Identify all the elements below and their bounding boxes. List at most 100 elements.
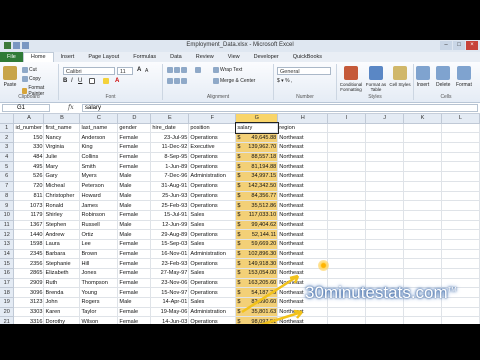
cell[interactable]: 811	[13, 191, 45, 202]
cell[interactable]	[403, 268, 442, 279]
cell[interactable]: Executive	[188, 142, 237, 153]
cell[interactable]: $102,896.30	[235, 249, 279, 260]
cell[interactable]: James	[79, 200, 119, 211]
cell[interactable]: Jones	[79, 268, 119, 279]
maximize-icon[interactable]: □	[453, 41, 465, 50]
cell[interactable]: Andrew	[43, 229, 81, 240]
underline-button[interactable]: U	[78, 78, 82, 84]
cell[interactable]	[403, 316, 442, 324]
cell[interactable]: $117,033.10	[235, 210, 279, 221]
row-header[interactable]: 16	[0, 268, 15, 279]
cell[interactable]	[327, 181, 367, 192]
tab-quickbooks[interactable]: QuickBooks	[286, 52, 329, 62]
cell[interactable]: Christopher	[43, 191, 81, 202]
tab-developer[interactable]: Developer	[247, 52, 286, 62]
cell[interactable]: Male	[117, 229, 152, 240]
cell[interactable]	[327, 123, 367, 134]
row-header[interactable]: 19	[0, 297, 15, 308]
bold-button[interactable]: B	[63, 78, 67, 84]
cell[interactable]: Gary	[43, 171, 81, 182]
cell[interactable]	[403, 307, 442, 318]
cell[interactable]: Male	[117, 200, 152, 211]
cell[interactable]	[365, 210, 405, 221]
cell[interactable]: Administration	[188, 249, 237, 260]
cell[interactable]: Thompson	[79, 278, 119, 289]
insert-function-icon[interactable]: fx	[68, 104, 74, 111]
cell[interactable]	[441, 239, 480, 250]
cell[interactable]	[403, 229, 442, 240]
cell[interactable]	[327, 249, 367, 260]
cell[interactable]: 1440	[13, 229, 45, 240]
align-left-icon[interactable]	[167, 78, 187, 84]
cell[interactable]: 23-Nov-06	[150, 278, 190, 289]
cell[interactable]	[327, 229, 367, 240]
cell[interactable]: Female	[117, 132, 152, 144]
cell[interactable]: Operations	[188, 152, 237, 163]
cell[interactable]: Operations	[188, 278, 237, 289]
conditional-formatting-button[interactable]: Conditional Formatting	[339, 66, 363, 92]
cell[interactable]: 3123	[13, 297, 45, 308]
cell[interactable]	[403, 123, 442, 134]
cell[interactable]: Operations	[188, 191, 237, 202]
fill-color-button[interactable]	[103, 78, 109, 84]
cell[interactable]: Female	[117, 142, 152, 153]
cell[interactable]	[403, 132, 442, 144]
cell[interactable]: Operations	[188, 316, 237, 324]
minimize-icon[interactable]: –	[440, 41, 452, 50]
cell[interactable]: Northeast	[277, 210, 329, 221]
cell[interactable]	[327, 258, 367, 269]
cell[interactable]: hire_date	[150, 123, 190, 134]
cell[interactable]: Female	[117, 210, 152, 221]
cell[interactable]: 526	[13, 171, 45, 182]
row-header[interactable]: 18	[0, 287, 15, 299]
cell[interactable]: Dorothy	[43, 316, 81, 324]
cell[interactable]	[441, 152, 480, 163]
cell[interactable]: Laura	[43, 239, 81, 250]
name-box[interactable]: G1	[2, 104, 50, 112]
row-header[interactable]: 17	[0, 278, 15, 289]
cell[interactable]: Julie	[43, 152, 81, 163]
cell[interactable]	[441, 249, 480, 260]
cell[interactable]: Ortiz	[79, 229, 119, 240]
cell[interactable]: Northeast	[277, 161, 329, 173]
cell[interactable]: 1179	[13, 210, 45, 221]
cell[interactable]: $52,144.11	[235, 229, 279, 240]
cell[interactable]	[403, 142, 442, 153]
cell[interactable]	[365, 220, 405, 231]
cell[interactable]: 3316	[13, 316, 45, 324]
column-header-c[interactable]: C	[79, 114, 119, 124]
cell[interactable]: Sales	[188, 220, 237, 231]
cell[interactable]: Hill	[79, 258, 119, 269]
cell[interactable]: Young	[79, 287, 119, 299]
cell[interactable]: Female	[117, 287, 152, 299]
cell[interactable]	[441, 142, 480, 153]
cell[interactable]: 19-May-06	[150, 307, 190, 318]
italic-button[interactable]: I	[71, 78, 73, 84]
row-header[interactable]: 7	[0, 181, 15, 192]
cell[interactable]: Collins	[79, 152, 119, 163]
cell[interactable]: Operations	[188, 200, 237, 211]
tab-view[interactable]: View	[221, 52, 247, 62]
insert-cells-button[interactable]: Insert	[416, 66, 430, 88]
select-all-corner[interactable]	[0, 114, 15, 124]
column-header-a[interactable]: A	[13, 114, 45, 124]
cell[interactable]: Northeast	[277, 152, 329, 163]
paste-button[interactable]: Paste	[3, 66, 17, 88]
cell[interactable]	[365, 191, 405, 202]
cell[interactable]: Anderson	[79, 132, 119, 144]
cell[interactable]: $88,557.18	[235, 152, 279, 163]
cell[interactable]	[327, 171, 367, 182]
cell[interactable]: 720	[13, 181, 45, 192]
cell[interactable]: 15-Jul-91	[150, 210, 190, 221]
cell[interactable]: $59,669.20	[235, 239, 279, 250]
cell[interactable]: Northeast	[277, 191, 329, 202]
cell[interactable]	[365, 200, 405, 211]
cell[interactable]: $34,997.15	[235, 171, 279, 182]
copy-button[interactable]: Copy	[22, 76, 41, 82]
cell[interactable]	[365, 316, 405, 324]
cell[interactable]: Lee	[79, 239, 119, 250]
row-header[interactable]: 20	[0, 307, 15, 318]
merge-center-button[interactable]: Merge & Center	[213, 78, 255, 84]
cell[interactable]: Sales	[188, 268, 237, 279]
cell[interactable]: Female	[117, 278, 152, 289]
